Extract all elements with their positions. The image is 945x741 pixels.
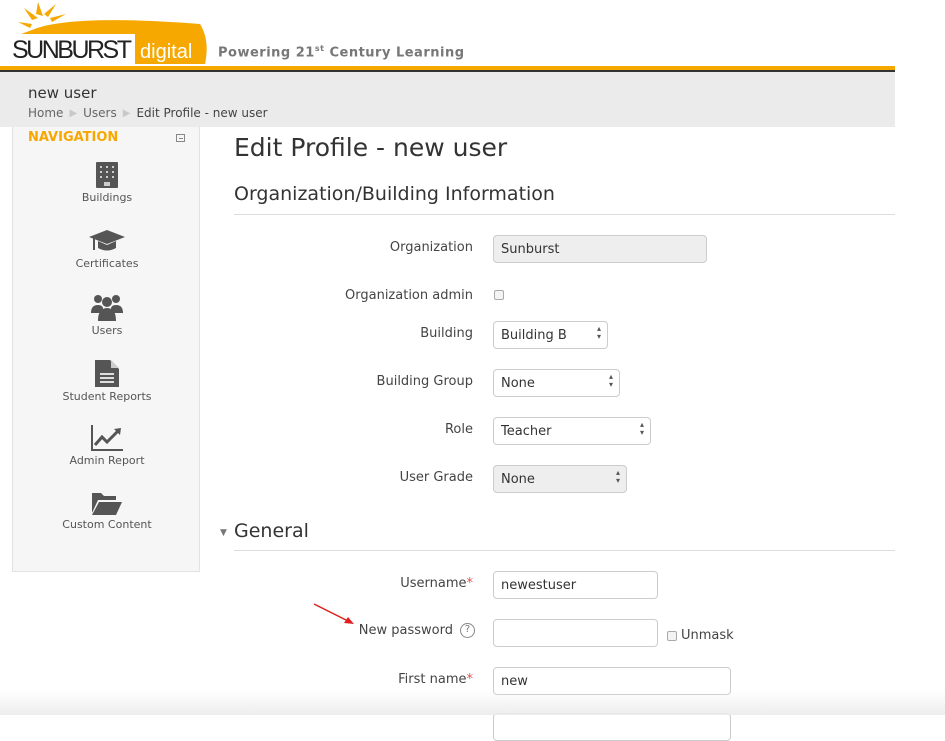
breadcrumb: Home ▶ Users ▶ Edit Profile - new user: [28, 106, 268, 120]
nav-item-student-reports[interactable]: Student Reports: [13, 359, 201, 403]
unmask-label: Unmask: [681, 628, 734, 643]
page-title: Edit Profile - new user: [234, 133, 508, 162]
building-group-label: Building Group: [376, 374, 473, 389]
help-icon[interactable]: ?: [460, 623, 475, 638]
document-icon: [95, 360, 119, 387]
organization-field: Sunburst: [493, 235, 707, 263]
role-label: Role: [444, 422, 473, 437]
username-input[interactable]: newestuser: [493, 571, 658, 599]
annotation-arrow-icon: [313, 603, 354, 624]
collapse-section-icon[interactable]: ▼: [220, 528, 227, 538]
divider: [234, 214, 895, 215]
first-name-label: First name*: [398, 672, 473, 687]
nav-item-custom-content[interactable]: Custom Content: [13, 491, 201, 531]
unmask-checkbox[interactable]: [667, 631, 677, 641]
nav-label: Certificates: [75, 257, 139, 270]
breadcrumb-current: Edit Profile - new user: [136, 106, 268, 120]
navigation-block: NAVIGATION Buildings Certificates Users …: [12, 127, 200, 572]
page-heading: new user: [28, 84, 97, 102]
nav-item-users[interactable]: Users: [13, 293, 201, 337]
folder-open-icon: [92, 493, 122, 515]
bottom-fade: [0, 690, 945, 715]
nav-label: Student Reports: [62, 390, 152, 403]
building-icon: [96, 162, 118, 188]
nav-label: Users: [91, 324, 123, 337]
nav-label: Custom Content: [62, 518, 152, 531]
svg-text:SUNBURST: SUNBURST: [12, 36, 132, 64]
organization-label: Organization: [389, 240, 473, 255]
nav-item-buildings[interactable]: Buildings: [13, 162, 201, 204]
general-section-heading[interactable]: General: [234, 520, 309, 542]
new-password-input[interactable]: [493, 619, 658, 647]
breadcrumb-separator-icon: ▶: [122, 107, 131, 119]
building-group-select[interactable]: None: [493, 369, 620, 397]
svg-text:digital: digital: [140, 41, 192, 63]
line-chart-icon: [91, 425, 123, 451]
users-icon: [91, 295, 123, 321]
graduation-cap-icon: [89, 230, 125, 251]
tagline: Powering 21st Century Learning: [218, 44, 465, 61]
building-select[interactable]: Building B: [493, 321, 608, 349]
breadcrumb-users[interactable]: Users: [83, 106, 117, 120]
org-admin-checkbox[interactable]: [494, 290, 504, 300]
building-label: Building: [420, 326, 473, 341]
divider: [234, 550, 895, 551]
collapse-icon[interactable]: [176, 134, 185, 142]
sunburst-logo[interactable]: SUNBURST digital: [10, 0, 210, 66]
nav-item-certificates[interactable]: Certificates: [13, 228, 201, 270]
org-admin-label: Organization admin: [345, 288, 473, 303]
next-input[interactable]: [493, 713, 731, 741]
user-grade-select[interactable]: None: [493, 465, 627, 493]
nav-item-admin-report[interactable]: Admin Report: [13, 425, 201, 467]
navigation-heading: NAVIGATION: [28, 130, 119, 145]
nav-label: Admin Report: [69, 454, 145, 467]
role-select[interactable]: Teacher: [493, 417, 651, 445]
org-section-heading: Organization/Building Information: [234, 183, 555, 205]
nav-label: Buildings: [81, 191, 133, 204]
username-label: Username*: [400, 576, 473, 591]
new-password-label: New password?: [359, 623, 475, 638]
breadcrumb-separator-icon: ▶: [69, 107, 78, 119]
site-header: SUNBURST digital Powering 21st Century L…: [0, 0, 895, 66]
user-grade-label: User Grade: [399, 470, 473, 485]
breadcrumb-home[interactable]: Home: [28, 106, 63, 120]
